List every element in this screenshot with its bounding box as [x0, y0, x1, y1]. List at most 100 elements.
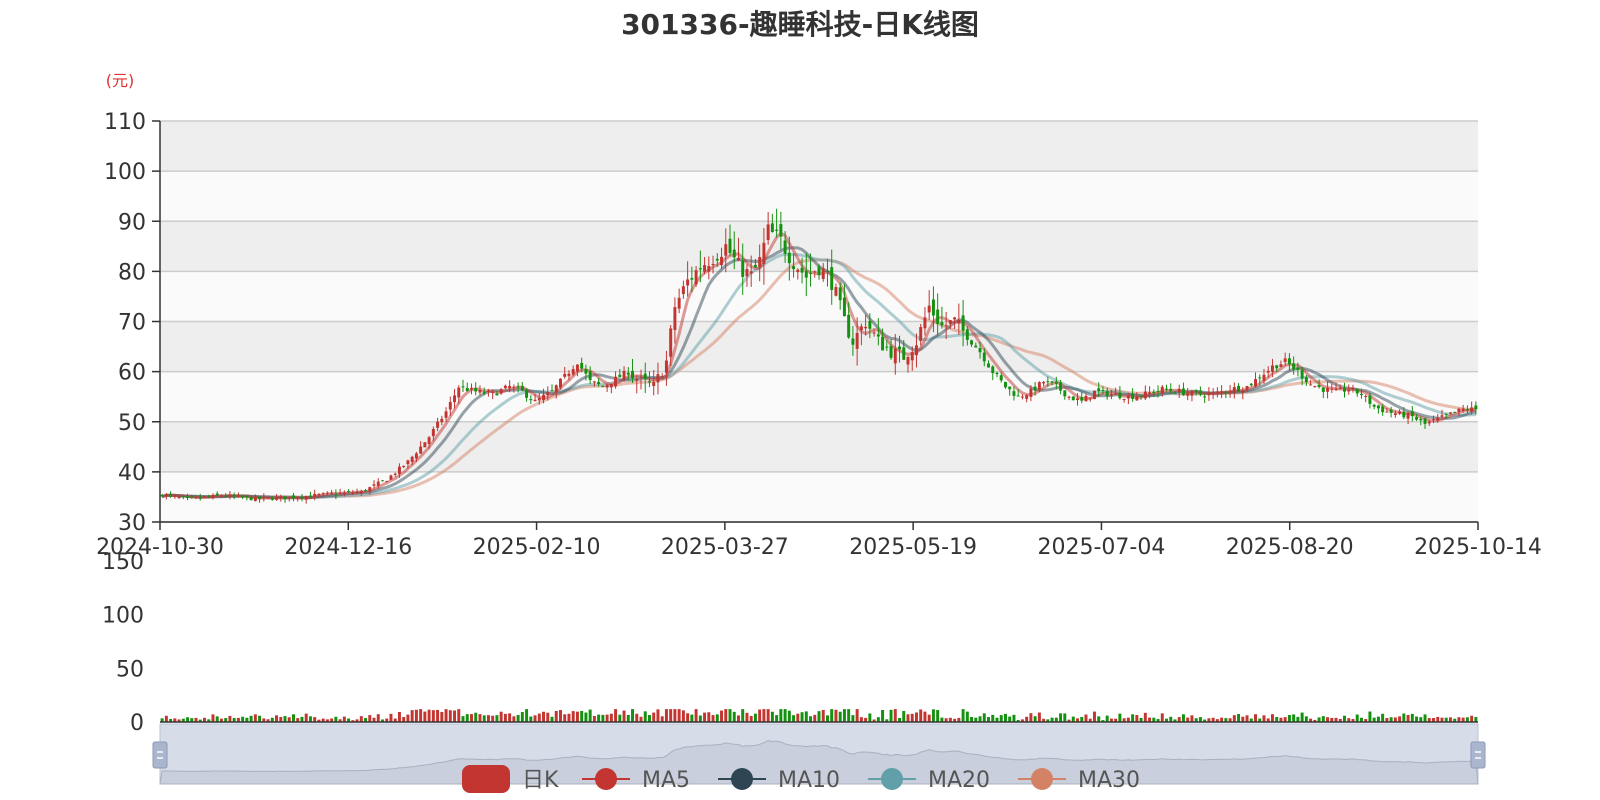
volume-bar [342, 716, 346, 722]
volume-bar [406, 714, 410, 722]
candle-body [978, 347, 982, 353]
candle-body [1381, 406, 1385, 413]
volume-bar [800, 712, 804, 722]
volume-bar [749, 715, 753, 722]
volume-bar [647, 715, 651, 722]
volume-bar [1406, 715, 1410, 722]
candle-body [580, 362, 584, 369]
candle-body [1436, 417, 1440, 421]
candle-body [525, 389, 529, 398]
candle-body [711, 263, 715, 265]
volume-bar [414, 709, 418, 722]
volume-bar [936, 710, 940, 722]
volume-bar [792, 715, 796, 722]
volume-bar [622, 710, 626, 722]
candle-body [1343, 387, 1346, 392]
volume-bar [542, 711, 546, 722]
volume-bar [423, 711, 427, 722]
candle-body [855, 332, 859, 349]
candle-body [321, 493, 325, 495]
candle-body [1169, 389, 1173, 392]
volume-bar [563, 714, 567, 722]
candle-body [1368, 395, 1372, 404]
candle-body [1330, 388, 1334, 390]
volume-bar [1381, 713, 1385, 722]
candle-body [1440, 415, 1444, 417]
candle-body [779, 224, 783, 237]
candle-body [245, 496, 249, 498]
candle-body [1109, 394, 1113, 396]
volume-bar [783, 709, 787, 722]
candle-body [385, 481, 389, 483]
volume-bar [809, 716, 813, 722]
candle-body [351, 492, 355, 494]
candle-body [1071, 396, 1075, 401]
volume-bar [1321, 716, 1325, 722]
candle-body [173, 495, 177, 497]
candle-body [944, 325, 948, 327]
candle-body [690, 277, 694, 280]
candle-body [775, 229, 779, 231]
volume-bar [368, 715, 372, 722]
volume-bar [499, 711, 503, 722]
grid-band [160, 321, 1478, 372]
candle-body [406, 460, 410, 465]
candle-body [745, 269, 749, 277]
candle-body [643, 373, 647, 380]
candle-body [325, 492, 329, 494]
candle-body [508, 385, 512, 389]
candle-body [296, 497, 300, 500]
candle-body [1232, 387, 1236, 393]
zoom-handle-left [152, 741, 168, 769]
volume-bar [965, 711, 969, 722]
legend-label-dayk: 日K [522, 768, 559, 793]
volume-bar [419, 709, 423, 722]
candle-body [677, 297, 681, 309]
volume-bar [431, 710, 435, 722]
candle-body [1224, 391, 1228, 393]
volume-bar [1190, 715, 1194, 722]
candle-body [868, 320, 872, 329]
volume-bar [1012, 714, 1016, 722]
candle-body [270, 498, 274, 500]
candle-body [1186, 393, 1190, 396]
legend-label-ma5: MA5 [642, 768, 690, 793]
candle-body [664, 360, 668, 373]
volume-bar [478, 714, 482, 722]
candle-body [1228, 390, 1232, 393]
volume-bar [1084, 714, 1088, 722]
candle-body [1453, 411, 1457, 413]
volume-bar [1169, 716, 1173, 722]
candle-body [1148, 392, 1152, 394]
candle-body [1160, 386, 1164, 394]
volume-bar [283, 716, 287, 722]
candle-body [1181, 388, 1185, 395]
candle-body [219, 495, 223, 497]
volume-bar [766, 709, 770, 722]
candle-body [1097, 388, 1101, 392]
candle-body [686, 279, 690, 286]
candle-body [160, 495, 164, 497]
candle-body [1118, 392, 1122, 399]
candle-body [1173, 392, 1177, 394]
candle-body [1398, 411, 1402, 414]
volume-bar [1474, 716, 1478, 722]
volume-bar [249, 715, 253, 722]
candle-body [1016, 395, 1020, 397]
candle-body [1042, 381, 1046, 384]
candle-body [347, 491, 351, 493]
volume-bar [931, 709, 935, 722]
candle-body [681, 286, 685, 295]
volume-bar [1402, 713, 1406, 722]
candle-body [622, 370, 626, 379]
candle-body [1457, 408, 1461, 413]
candle-body [1359, 394, 1363, 396]
candle-body [537, 398, 541, 401]
y-tick-label: 50 [118, 411, 146, 436]
volume-bar [482, 715, 486, 722]
volume-bar [703, 712, 707, 722]
volume-bar [1262, 715, 1266, 722]
volume-bar [1131, 714, 1135, 722]
volume-bar [902, 710, 906, 722]
candle-body [1474, 405, 1478, 410]
